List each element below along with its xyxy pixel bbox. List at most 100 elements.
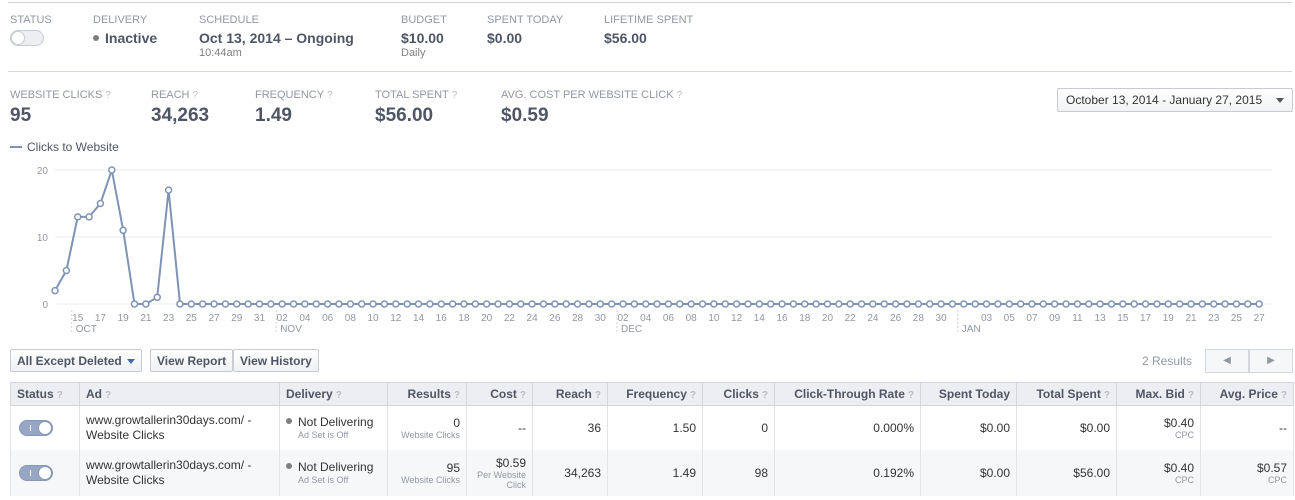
data-point [710, 300, 718, 308]
filter-dropdown[interactable]: All Except Deleted [10, 349, 142, 372]
x-tick-label: 27 [208, 313, 220, 324]
view-report-button[interactable]: View Report [150, 349, 234, 372]
ad-spent-today: $0.00 [920, 449, 1017, 496]
top-divider [8, 2, 1292, 3]
ad-clicks: 0 [702, 405, 775, 450]
x-tick-label: 08 [345, 313, 357, 324]
col-frequency[interactable]: Frequency? [607, 382, 703, 406]
ad-status-toggle[interactable] [19, 419, 53, 436]
clicks-chart: 0 10 20 15 17 19 21 23 25 27 29 31 02 04 06 08 10 12 14 16 1… [37, 166, 1272, 335]
x-tick-label: 20 [481, 313, 493, 324]
col-max-bid[interactable]: Max. Bid? [1116, 382, 1201, 406]
x-tick-label: 05 [1004, 313, 1016, 324]
data-point [789, 300, 798, 308]
data-point [664, 300, 673, 308]
data-point [766, 300, 775, 308]
prev-page-button[interactable]: ◀ [1205, 349, 1249, 373]
col-delivery[interactable]: Delivery? [279, 382, 388, 406]
ad-status-toggle[interactable] [19, 464, 53, 481]
data-point [1232, 300, 1241, 308]
x-tick-label: 06 [322, 313, 334, 324]
x-tick-label: 14 [754, 313, 766, 324]
data-point [1221, 300, 1229, 308]
data-point [96, 199, 105, 208]
data-point [1187, 300, 1195, 308]
x-tick-label: 15 [72, 313, 84, 324]
x-tick-label: 08 [686, 313, 698, 324]
ad-results: 95 Website Clicks [387, 449, 467, 496]
budget-label: BUDGET [401, 14, 447, 26]
ad-delivery: Not Delivering Ad Set is Off [279, 449, 388, 496]
table-row[interactable]: www.growtallerin30days.com/ - Website Cl… [10, 449, 1294, 496]
table-header: Status? Ad? Delivery? Results? Cost? Rea… [10, 382, 1294, 406]
data-point [630, 300, 639, 308]
data-point [482, 300, 491, 308]
ad-ctr: 0.192% [774, 449, 921, 496]
col-avg-price[interactable]: Avg. Price? [1200, 382, 1294, 406]
x-tick-label: 09 [1049, 313, 1061, 324]
data-point [573, 300, 582, 308]
ad-reach: 36 [532, 405, 608, 450]
col-reach[interactable]: Reach? [532, 382, 608, 406]
ad-cost: $0.59 Per Website Click [466, 449, 533, 496]
data-point [1130, 300, 1138, 308]
data-point [62, 266, 71, 275]
data-point [301, 300, 309, 308]
ad-avg-price: $0.57 CPC [1200, 449, 1294, 496]
data-point [392, 300, 400, 308]
data-point [755, 300, 764, 308]
chevron-down-icon [126, 359, 135, 364]
col-status[interactable]: Status? [10, 382, 80, 406]
col-ctr[interactable]: Click-Through Rate? [774, 382, 921, 406]
data-point [426, 300, 434, 308]
next-page-button[interactable]: ▶ [1249, 349, 1293, 373]
col-clicks[interactable]: Clicks? [702, 382, 775, 406]
chevron-down-icon [1276, 98, 1284, 103]
data-point [971, 300, 979, 308]
col-cost[interactable]: Cost? [466, 382, 533, 406]
help-icon[interactable]: ? [677, 90, 683, 101]
schedule-time: 10:44am [199, 47, 242, 59]
date-range-picker[interactable]: October 13, 2014 - January 27, 2015 [1057, 88, 1293, 112]
x-tick-label: 25 [186, 313, 198, 324]
ad-name-link[interactable]: www.growtallerin30days.com/ - Website Cl… [79, 405, 280, 450]
x-tick-label: 18 [799, 313, 811, 324]
table-row[interactable]: www.growtallerin30days.com/ - Website Cl… [10, 405, 1294, 450]
data-point [233, 300, 241, 308]
data-point [1164, 300, 1173, 308]
help-icon[interactable]: ? [193, 90, 199, 101]
stat-total-spent-value: $56.00 [375, 105, 434, 126]
data-point [914, 300, 923, 308]
ads-table: Status? Ad? Delivery? Results? Cost? Rea… [10, 382, 1294, 496]
ad-max-bid: $0.40 CPC [1116, 449, 1201, 496]
ad-name-link[interactable]: www.growtallerin30days.com/ - Website Cl… [79, 449, 280, 496]
campaign-status-toggle[interactable] [10, 30, 44, 46]
ad-total-spent: $56.00 [1016, 449, 1117, 496]
data-point [153, 293, 161, 302]
help-icon[interactable]: ? [452, 90, 458, 101]
data-point [994, 300, 1002, 308]
data-point [289, 300, 298, 308]
delivery-status-dot [286, 418, 292, 425]
ad-cost: -- [466, 405, 533, 450]
x-tick-label: 27 [1254, 313, 1266, 324]
help-icon[interactable]: ? [327, 90, 333, 101]
summary-divider [8, 71, 1292, 72]
toggle-knob [11, 31, 25, 45]
ad-max-bid: $0.40 CPC [1116, 405, 1201, 450]
spent-today-value: $0.00 [487, 30, 523, 46]
data-point [903, 300, 911, 308]
col-ad[interactable]: Ad? [79, 382, 280, 406]
x-tick-label: 17 [95, 313, 107, 324]
view-history-button[interactable]: View History [233, 349, 319, 372]
stat-website-clicks-label: WEBSITE CLICKS? [10, 89, 111, 101]
col-results[interactable]: Results? [387, 382, 467, 406]
help-icon[interactable]: ? [105, 90, 111, 101]
chevron-left-icon: ◀ [1223, 355, 1231, 366]
x-tick-label: 25 [1231, 313, 1243, 324]
ad-spent-today: $0.00 [920, 405, 1017, 450]
x-tick-label: 21 [140, 313, 152, 324]
data-point [676, 300, 684, 308]
col-total-spent[interactable]: Total Spent? [1016, 382, 1117, 406]
col-spent-today[interactable]: Spent Today [920, 382, 1017, 406]
